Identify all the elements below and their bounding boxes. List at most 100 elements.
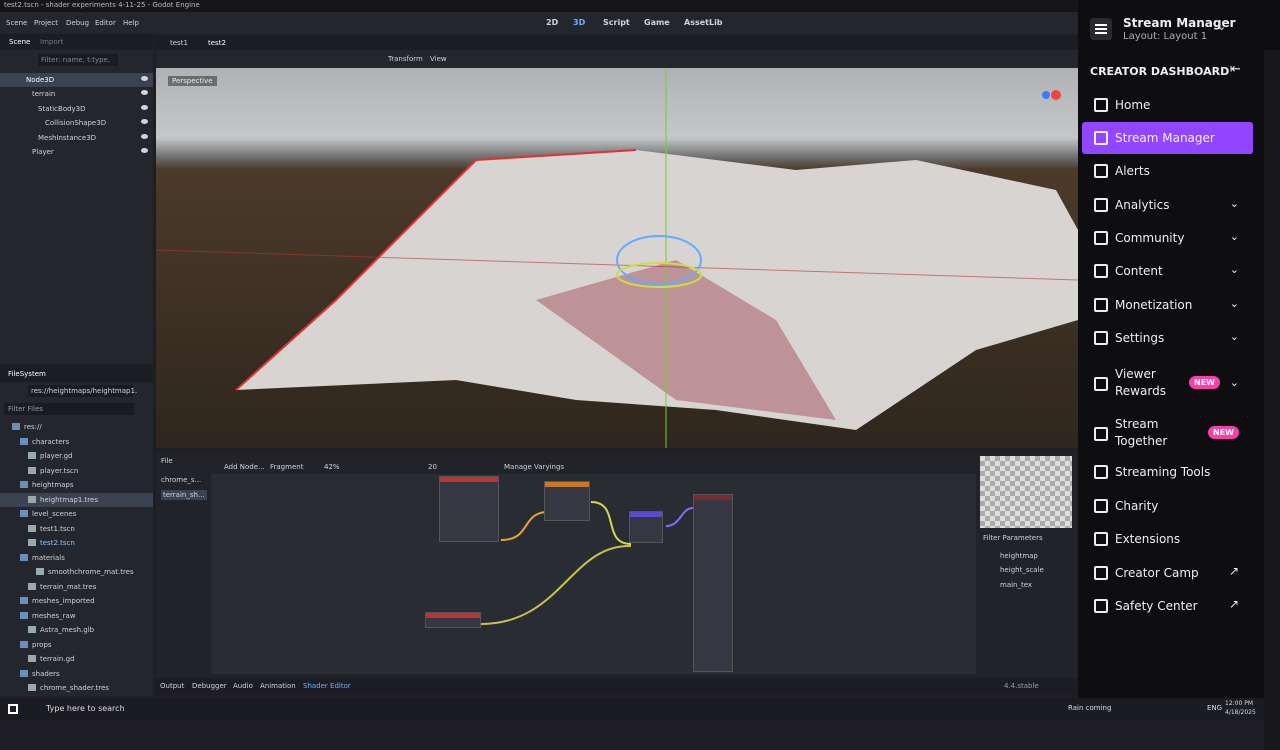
shader-node-input[interactable] — [425, 612, 481, 628]
view-menu[interactable]: View — [430, 55, 447, 63]
tree-node-node3d[interactable]: Node3D — [0, 73, 153, 87]
menu-help[interactable]: Help — [123, 19, 139, 27]
nav-item-charity[interactable]: Charity — [1082, 490, 1253, 522]
file-menu[interactable]: File — [161, 457, 173, 465]
eye-icon[interactable] — [141, 76, 148, 81]
chevron-down-icon[interactable]: ⌄ — [1230, 263, 1239, 276]
weather-widget[interactable]: Rain coming — [1068, 704, 1111, 712]
shader-node-vectorop[interactable] — [629, 511, 663, 543]
collapse-icon[interactable]: ⇤ — [1230, 62, 1241, 77]
menu-editor[interactable]: Editor — [95, 19, 116, 27]
folder-item[interactable]: meshes_imported — [0, 594, 153, 608]
clock-time[interactable]: 12:00 PM — [1225, 700, 1253, 707]
shader-node-output[interactable] — [693, 494, 733, 672]
folder-item[interactable]: res:// — [0, 420, 153, 434]
eye-icon[interactable] — [141, 105, 148, 110]
tree-node-player[interactable]: Player — [0, 145, 153, 159]
nav-item-analytics[interactable]: Analytics ⌄ — [1082, 189, 1253, 221]
folder-item[interactable]: materials — [0, 551, 153, 565]
tab-import[interactable]: Import — [40, 38, 63, 46]
nav-item-creator-camp[interactable]: Creator Camp ↗ — [1082, 557, 1253, 589]
workspace-script[interactable]: Script — [603, 18, 630, 27]
folder-item[interactable]: heightmaps — [0, 478, 153, 492]
visual-shader-graph[interactable] — [211, 474, 976, 674]
folder-item[interactable]: meshes_raw — [0, 609, 153, 623]
workspace-assetlib[interactable]: AssetLib — [684, 18, 723, 27]
language-indicator[interactable]: ENG — [1207, 704, 1222, 712]
manage-varyings-button[interactable]: Manage Varyings — [504, 463, 564, 471]
chevron-down-icon[interactable]: ⌄ — [1230, 197, 1239, 210]
folder-item[interactable]: shaders — [0, 667, 153, 681]
axis-gizmo-z[interactable] — [1042, 91, 1050, 99]
workspace-3d[interactable]: 3D — [573, 18, 585, 27]
external-link-icon[interactable]: ↗ — [1229, 564, 1239, 578]
param-height-scale[interactable]: height_scale — [1000, 566, 1044, 574]
chevron-down-icon[interactable]: ⌄ — [1230, 330, 1239, 343]
nav-item-streaming-tools[interactable]: Streaming Tools — [1082, 456, 1253, 488]
file-item[interactable]: heightmap1.tres — [0, 492, 153, 507]
tab-shader-editor[interactable]: Shader Editor — [303, 682, 351, 690]
menu-debug[interactable]: Debug — [66, 19, 89, 27]
tab-test1[interactable]: test1 — [170, 39, 188, 47]
file-item[interactable]: player.tscn — [0, 464, 153, 478]
folder-item[interactable]: level_scenes — [0, 507, 153, 521]
chevron-down-icon[interactable]: ⌄ — [1217, 20, 1226, 33]
clock-date[interactable]: 4/18/2025 — [1225, 709, 1256, 716]
add-node-button[interactable]: Add Node... — [224, 463, 265, 471]
tree-node-collisionshape[interactable]: CollisionShape3D — [0, 116, 153, 130]
file-item[interactable]: smoothchrome_mat.tres — [0, 565, 153, 579]
folder-item[interactable]: props — [0, 638, 153, 652]
windows-start-icon[interactable] — [8, 704, 18, 714]
scene-filter-input[interactable]: Filter: name, t:type, — [38, 54, 118, 66]
shader-mode-select[interactable]: Fragment — [270, 463, 303, 471]
transform-menu[interactable]: Transform — [388, 55, 423, 63]
snap-value[interactable]: 20 — [428, 463, 437, 471]
tab-animation[interactable]: Animation — [260, 682, 296, 690]
nav-item-stream[interactable]: Stream Together NEW — [1082, 414, 1253, 454]
nav-item-monetization[interactable]: Monetization ⌄ — [1082, 289, 1253, 321]
file-item[interactable]: terrain.gd — [0, 652, 153, 666]
layout-label[interactable]: Layout: Layout 1 — [1123, 31, 1207, 42]
tab-audio[interactable]: Audio — [233, 682, 253, 690]
nav-item-settings[interactable]: Settings ⌄ — [1082, 322, 1253, 354]
nav-item-extensions[interactable]: Extensions — [1082, 523, 1253, 555]
file-item[interactable]: player.gd — [0, 449, 153, 463]
nav-item-home[interactable]: Home — [1082, 89, 1253, 121]
external-link-icon[interactable]: ↗ — [1229, 597, 1239, 611]
workspace-game[interactable]: Game — [644, 18, 670, 27]
folder-item[interactable]: characters — [0, 435, 153, 449]
hamburger-menu-icon[interactable] — [1090, 18, 1112, 40]
shader-node-texture-param[interactable] — [439, 476, 499, 542]
eye-icon[interactable] — [141, 119, 148, 124]
shader-file-item[interactable]: terrain_sh... — [161, 490, 207, 500]
file-item[interactable]: Astra_mesh.glb — [0, 623, 153, 637]
file-item[interactable]: test1.tscn — [0, 522, 153, 536]
filter-parameters-input[interactable]: Filter Parameters — [983, 534, 1043, 542]
param-heightmap[interactable]: heightmap — [1000, 552, 1038, 560]
taskbar-search[interactable]: Type here to search — [46, 704, 125, 713]
menu-scene[interactable]: Scene — [6, 19, 27, 27]
file-item[interactable]: terrain_mat.tres — [0, 580, 153, 594]
nav-item-content[interactable]: Content ⌄ — [1082, 255, 1253, 287]
tab-debugger[interactable]: Debugger — [192, 682, 227, 690]
eye-icon[interactable] — [141, 134, 148, 139]
shader-node-sampler[interactable] — [544, 481, 590, 521]
file-item[interactable]: test2.tscn — [0, 536, 153, 550]
shader-file-item[interactable]: chrome_s... — [161, 476, 201, 484]
axis-gizmo[interactable] — [1051, 90, 1061, 100]
tree-node-terrain[interactable]: terrain — [0, 87, 153, 101]
nav-item-community[interactable]: Community ⌄ — [1082, 222, 1253, 254]
eye-icon[interactable] — [141, 148, 148, 153]
tab-scene[interactable]: Scene — [9, 38, 30, 46]
nav-item-safety-center[interactable]: Safety Center ↗ — [1082, 590, 1253, 622]
filter-files-input[interactable]: Filter Files — [4, 403, 134, 415]
param-main-tex[interactable]: main_tex — [1000, 581, 1032, 589]
workspace-2d[interactable]: 2D — [546, 18, 558, 27]
chevron-down-icon[interactable]: ⌄ — [1230, 230, 1239, 243]
chevron-down-icon[interactable]: ⌄ — [1230, 376, 1239, 389]
nav-item-alerts[interactable]: Alerts — [1082, 155, 1253, 187]
tab-test2[interactable]: test2 — [208, 39, 226, 47]
tree-node-staticbody[interactable]: StaticBody3D — [0, 102, 153, 116]
chevron-down-icon[interactable]: ⌄ — [1230, 297, 1239, 310]
path-field[interactable]: res://heightmaps/heightmap1. — [28, 385, 137, 397]
